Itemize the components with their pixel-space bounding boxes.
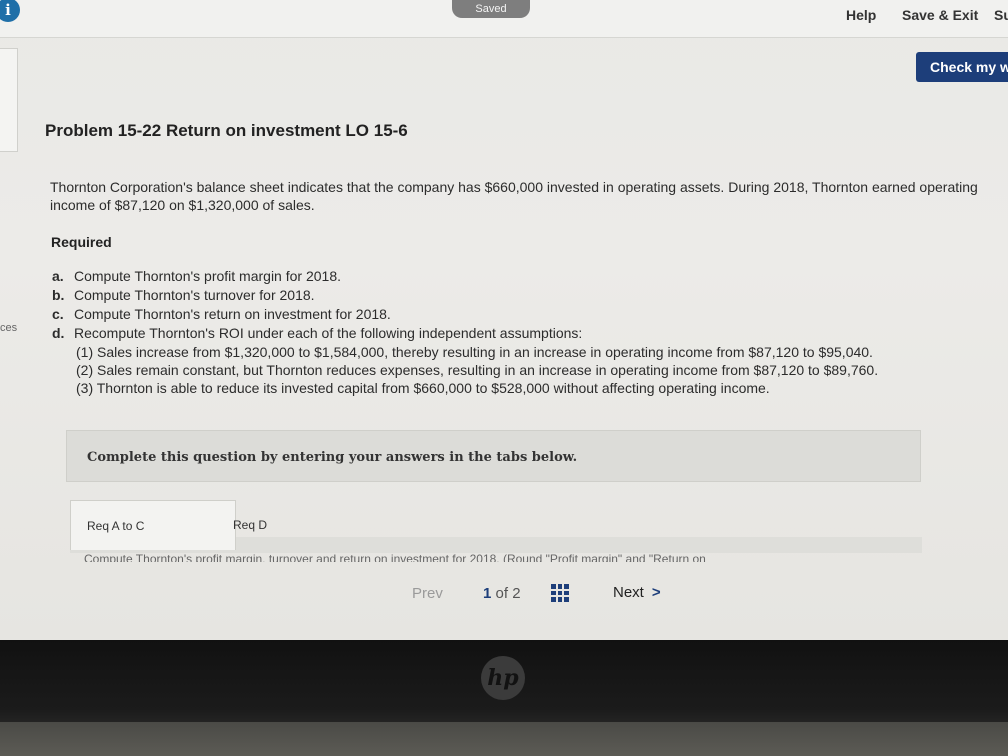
- help-link[interactable]: Help: [846, 7, 876, 23]
- page-total: of 2: [495, 585, 521, 602]
- next-button[interactable]: Next >: [613, 584, 661, 601]
- left-side-label: ces: [0, 322, 18, 334]
- tab-label: Req A to C: [87, 519, 145, 533]
- requirement-item: d. Recompute Thornton's ROI under each of…: [52, 324, 1008, 397]
- submit-link[interactable]: Su: [994, 7, 1008, 23]
- assumptions-list: (1) Sales increase from $1,320,000 to $1…: [76, 343, 1008, 397]
- info-icon[interactable]: i: [0, 0, 20, 22]
- next-label: Next: [613, 584, 644, 601]
- requirement-tabs: Req A to C Req D: [70, 497, 922, 553]
- saved-status-badge: Saved: [452, 0, 530, 18]
- requirements-list: a. Compute Thornton's profit margin for 2…: [52, 267, 1008, 397]
- hp-logo: hp: [481, 656, 525, 700]
- browser-screen: i Saved Help Save & Exit Su Check my w c…: [0, 0, 1008, 640]
- requirement-text: Compute Thornton's profit margin for 201…: [74, 268, 341, 284]
- requirement-letter: c.: [52, 306, 64, 322]
- requirement-letter: b.: [52, 287, 65, 303]
- current-page: 1: [483, 585, 492, 602]
- requirement-letter: a.: [52, 268, 64, 284]
- check-my-work-button[interactable]: Check my w: [916, 52, 1008, 82]
- requirement-letter: d.: [52, 325, 65, 341]
- problem-title: Problem 15-22 Return on investment LO 15…: [45, 121, 408, 140]
- requirement-item: a. Compute Thornton's profit margin for 2…: [52, 267, 1008, 286]
- requirement-item: b. Compute Thornton's turnover for 2018.: [52, 286, 1008, 305]
- chevron-right-icon: >: [651, 584, 661, 601]
- left-side-panel[interactable]: [0, 48, 18, 152]
- assumption-item: (1) Sales increase from $1,320,000 to $1…: [76, 344, 873, 360]
- question-instructions-text: Complete this question by entering your …: [87, 450, 578, 465]
- assumption-item: (3) Thornton is able to reduce its inves…: [76, 380, 770, 396]
- top-bar: i Saved Help Save & Exit Su: [0, 0, 1008, 38]
- tab-instruction-text: Compute Thornton's profit margin, turnov…: [84, 552, 706, 562]
- assumption-item: (2) Sales remain constant, but Thornton …: [76, 362, 879, 378]
- requirement-text: Recompute Thornton's ROI under each of t…: [74, 325, 583, 341]
- required-heading: Required: [51, 234, 112, 250]
- page-indicator: 1 of 2: [483, 585, 521, 602]
- problem-intro-text: Thornton Corporation's balance sheet ind…: [50, 179, 978, 213]
- tab-req-d[interactable]: Req D: [190, 500, 310, 550]
- tab-label: Req D: [232, 518, 267, 532]
- question-grid-icon[interactable]: [551, 584, 569, 602]
- desk-surface: [0, 722, 1008, 756]
- save-exit-link[interactable]: Save & Exit: [902, 7, 978, 23]
- requirement-text: Compute Thornton's return on investment …: [74, 306, 391, 322]
- requirement-text: Compute Thornton's turnover for 2018.: [74, 287, 315, 303]
- requirement-item: c. Compute Thornton's return on investmen…: [52, 305, 1008, 324]
- prev-button[interactable]: Prev: [412, 585, 443, 602]
- question-instructions-panel: Complete this question by entering your …: [66, 430, 921, 482]
